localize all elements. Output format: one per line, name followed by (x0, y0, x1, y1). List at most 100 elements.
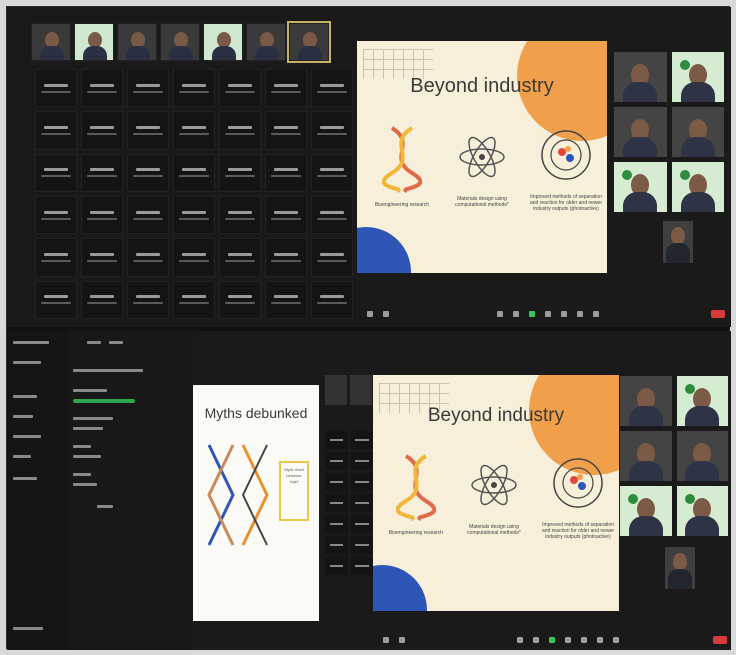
name-tile[interactable] (81, 280, 123, 319)
name-tile[interactable] (173, 195, 215, 235)
list-item[interactable] (350, 473, 373, 491)
settings-tab[interactable] (109, 341, 123, 344)
sidebar-item[interactable] (13, 627, 43, 630)
sidebar-item[interactable] (13, 415, 33, 418)
more-icon[interactable] (593, 311, 599, 317)
name-tile[interactable] (311, 195, 353, 235)
self-view-video[interactable] (663, 221, 693, 263)
name-tile[interactable] (81, 111, 123, 150)
name-tile[interactable] (265, 195, 307, 235)
list-item[interactable] (325, 494, 348, 512)
end-meeting-button[interactable] (713, 636, 727, 644)
participant-video[interactable] (675, 430, 729, 482)
chat-icon[interactable] (513, 311, 519, 317)
participant-video[interactable] (670, 51, 725, 103)
list-item[interactable] (325, 557, 348, 575)
share-screen-icon[interactable] (549, 637, 555, 643)
name-tile[interactable] (173, 280, 215, 319)
participant-video[interactable] (670, 161, 725, 213)
name-tile[interactable] (81, 69, 123, 108)
apps-icon[interactable] (577, 311, 583, 317)
name-tile[interactable] (173, 69, 215, 108)
list-item[interactable] (350, 515, 373, 533)
participant-video[interactable] (613, 106, 668, 158)
list-item[interactable] (325, 536, 348, 554)
participant-video[interactable] (619, 485, 673, 537)
record-icon[interactable] (545, 311, 551, 317)
list-item[interactable] (350, 536, 373, 554)
name-tile[interactable] (219, 69, 261, 108)
name-tile[interactable] (219, 111, 261, 150)
list-item[interactable] (350, 431, 373, 449)
name-tile[interactable] (173, 111, 215, 150)
video-thumb[interactable] (74, 23, 114, 61)
video-thumb[interactable] (117, 23, 157, 61)
name-tile[interactable] (127, 111, 169, 150)
list-item[interactable] (350, 494, 373, 512)
more-icon[interactable] (613, 637, 619, 643)
name-tile[interactable] (35, 195, 77, 235)
name-tile[interactable] (127, 69, 169, 108)
name-tile[interactable] (265, 238, 307, 277)
name-tile[interactable] (311, 69, 353, 108)
share-screen-icon[interactable] (529, 311, 535, 317)
camera-icon[interactable] (399, 637, 405, 643)
name-tile[interactable] (35, 153, 77, 192)
name-tile[interactable] (265, 111, 307, 150)
name-tile[interactable] (219, 238, 261, 277)
video-thumb[interactable] (203, 23, 243, 61)
name-tile[interactable] (127, 195, 169, 235)
participants-icon[interactable] (497, 311, 503, 317)
sidebar-item[interactable] (13, 341, 49, 344)
mic-icon[interactable] (367, 311, 373, 317)
participant-video[interactable] (670, 106, 725, 158)
list-item[interactable] (325, 515, 348, 533)
name-tile[interactable] (127, 280, 169, 319)
list-item[interactable] (350, 452, 373, 470)
video-thumb[interactable] (31, 23, 71, 61)
name-tile[interactable] (311, 153, 353, 192)
chat-icon[interactable] (533, 637, 539, 643)
participant-video[interactable] (613, 161, 668, 213)
name-tile[interactable] (311, 280, 353, 319)
sidebar-item[interactable] (13, 395, 37, 398)
list-item[interactable] (325, 473, 348, 491)
name-tile[interactable] (311, 111, 353, 150)
list-item[interactable] (350, 557, 373, 575)
participant-video[interactable] (675, 375, 729, 427)
reactions-icon[interactable] (581, 637, 587, 643)
video-thumb-active[interactable] (287, 21, 331, 63)
name-tile[interactable] (127, 153, 169, 192)
list-item[interactable] (325, 431, 348, 449)
name-tile[interactable] (35, 280, 77, 319)
participant-video[interactable] (613, 51, 668, 103)
sidebar-item[interactable] (13, 477, 37, 480)
self-view-video[interactable] (665, 547, 695, 589)
sidebar-item[interactable] (13, 455, 31, 458)
name-tile[interactable] (35, 238, 77, 277)
name-tile[interactable] (219, 280, 261, 319)
reactions-icon[interactable] (561, 311, 567, 317)
name-tile[interactable] (173, 238, 215, 277)
name-tile[interactable] (219, 195, 261, 235)
name-tile[interactable] (127, 238, 169, 277)
participant-video[interactable] (675, 485, 729, 537)
video-thumb[interactable] (160, 23, 200, 61)
record-icon[interactable] (565, 637, 571, 643)
gallery-thumbnails[interactable] (31, 21, 331, 63)
name-tile[interactable] (81, 238, 123, 277)
participant-video[interactable] (619, 430, 673, 482)
name-tile[interactable] (265, 153, 307, 192)
sidebar-item[interactable] (13, 435, 41, 438)
settings-button[interactable] (97, 505, 113, 508)
name-tile[interactable] (265, 280, 307, 319)
name-tile[interactable] (81, 153, 123, 192)
name-tile[interactable] (265, 69, 307, 108)
name-tile[interactable] (173, 153, 215, 192)
sidebar-item[interactable] (13, 361, 41, 364)
participants-icon[interactable] (517, 637, 523, 643)
name-tile[interactable] (35, 69, 77, 108)
name-tile[interactable] (311, 238, 353, 277)
name-tile[interactable] (219, 153, 261, 192)
settings-tab[interactable] (87, 341, 101, 344)
